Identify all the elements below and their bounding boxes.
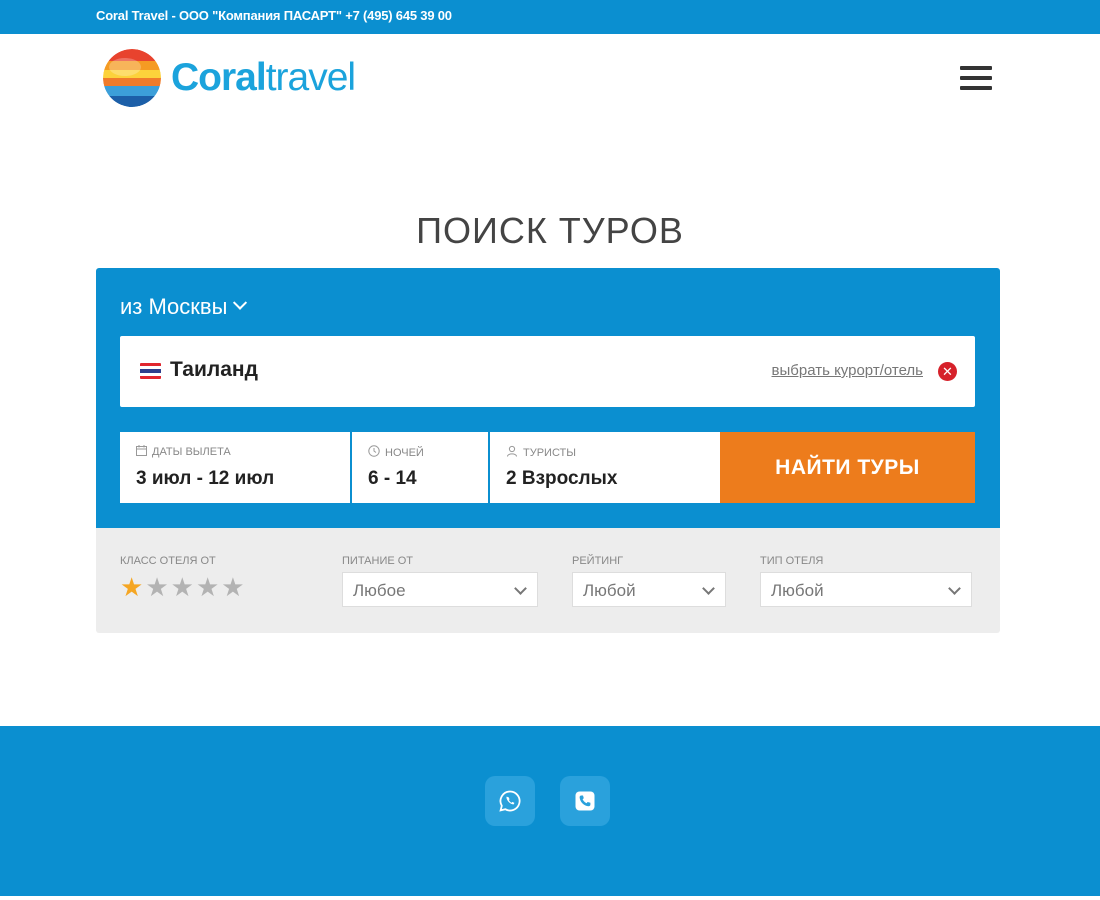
- logo-word-coral: Coral: [171, 56, 267, 99]
- star-icon[interactable]: ★: [221, 574, 244, 600]
- nights-value: 6 - 14: [368, 468, 417, 489]
- departure-dates-label: Даты вылета: [136, 445, 231, 459]
- rating-select[interactable]: Любой: [572, 572, 726, 607]
- hotel-type-label: Тип отеля: [760, 555, 824, 567]
- rating-label: Рейтинг: [572, 555, 624, 567]
- meal-select-value: Любое: [353, 581, 406, 600]
- hotel-type-select-value: Любой: [771, 581, 824, 600]
- site-footer: [0, 726, 1100, 896]
- chevron-down-icon: [948, 582, 961, 595]
- nights-field[interactable]: Ночей 6 - 14: [352, 432, 488, 503]
- hamburger-menu-icon[interactable]: [960, 66, 992, 92]
- nights-label: Ночей: [368, 445, 424, 460]
- hotel-type-select[interactable]: Любой: [760, 572, 972, 607]
- chevron-down-icon: [514, 582, 527, 595]
- departure-dates-field[interactable]: Даты вылета 3 июл - 12 июл: [120, 432, 350, 503]
- page-title: ПОИСК ТУРОВ: [416, 210, 684, 251]
- departure-city-label: из Москвы: [120, 294, 228, 319]
- calendar-icon: [136, 445, 147, 459]
- chevron-down-icon: [702, 582, 715, 595]
- logo-wordmark: Coraltravel: [171, 56, 356, 100]
- thailand-flag-icon: [140, 363, 161, 379]
- coral-travel-logo[interactable]: Coraltravel: [103, 48, 356, 108]
- tour-search-form: из Москвы Таиланд выбрать курорт/отель ✕…: [96, 268, 1000, 528]
- destination-field[interactable]: Таиланд выбрать курорт/отель ✕: [120, 336, 975, 407]
- logo-ball-icon: [103, 49, 161, 107]
- person-icon: [506, 445, 518, 460]
- departure-dates-value: 3 июл - 12 июл: [136, 468, 275, 489]
- star-icon[interactable]: ★: [196, 574, 219, 600]
- phone-icon[interactable]: [560, 776, 610, 826]
- rating-select-value: Любой: [583, 581, 636, 600]
- nights-label-text: Ночей: [385, 446, 424, 459]
- star-icon[interactable]: ★: [145, 574, 168, 600]
- company-contact-text: Coral Travel - ООО "Компания ПАСАРТ" +7 …: [96, 8, 452, 23]
- site-header: Coraltravel: [0, 34, 1100, 124]
- destination-value: Таиланд: [170, 358, 258, 381]
- close-icon[interactable]: ✕: [938, 362, 957, 381]
- clock-icon: [368, 445, 380, 460]
- chevron-down-icon: [233, 295, 248, 310]
- tourists-label: Туристы: [506, 445, 576, 460]
- hotel-class-label: Класс отеля от: [120, 555, 216, 567]
- tourists-field[interactable]: Туристы 2 Взрослых: [490, 432, 720, 503]
- departure-dates-label-text: Даты вылета: [152, 446, 231, 458]
- departure-city-dropdown[interactable]: из Москвы: [120, 294, 248, 320]
- choose-resort-hotel-link[interactable]: выбрать курорт/отель: [772, 362, 923, 379]
- top-info-bar: Coral Travel - ООО "Компания ПАСАРТ" +7 …: [0, 0, 1100, 34]
- filters-panel: Класс отеля от ★ ★ ★ ★ ★ Питание от Любое Ре…: [96, 528, 1000, 633]
- hotel-class-stars: ★ ★ ★ ★ ★: [120, 574, 247, 600]
- search-params-row: Даты вылета 3 июл - 12 июл Ночей 6 - 14 …: [120, 432, 975, 503]
- logo-word-travel: travel: [265, 56, 356, 99]
- meal-select[interactable]: Любое: [342, 572, 538, 607]
- star-icon[interactable]: ★: [171, 574, 194, 600]
- tourists-value: 2 Взрослых: [506, 468, 618, 489]
- find-tours-button[interactable]: НАЙТИ ТУРЫ: [720, 432, 975, 503]
- star-icon[interactable]: ★: [120, 574, 143, 600]
- tourists-label-text: Туристы: [523, 446, 576, 459]
- meal-label: Питание от: [342, 555, 414, 567]
- whatsapp-icon[interactable]: [485, 776, 535, 826]
